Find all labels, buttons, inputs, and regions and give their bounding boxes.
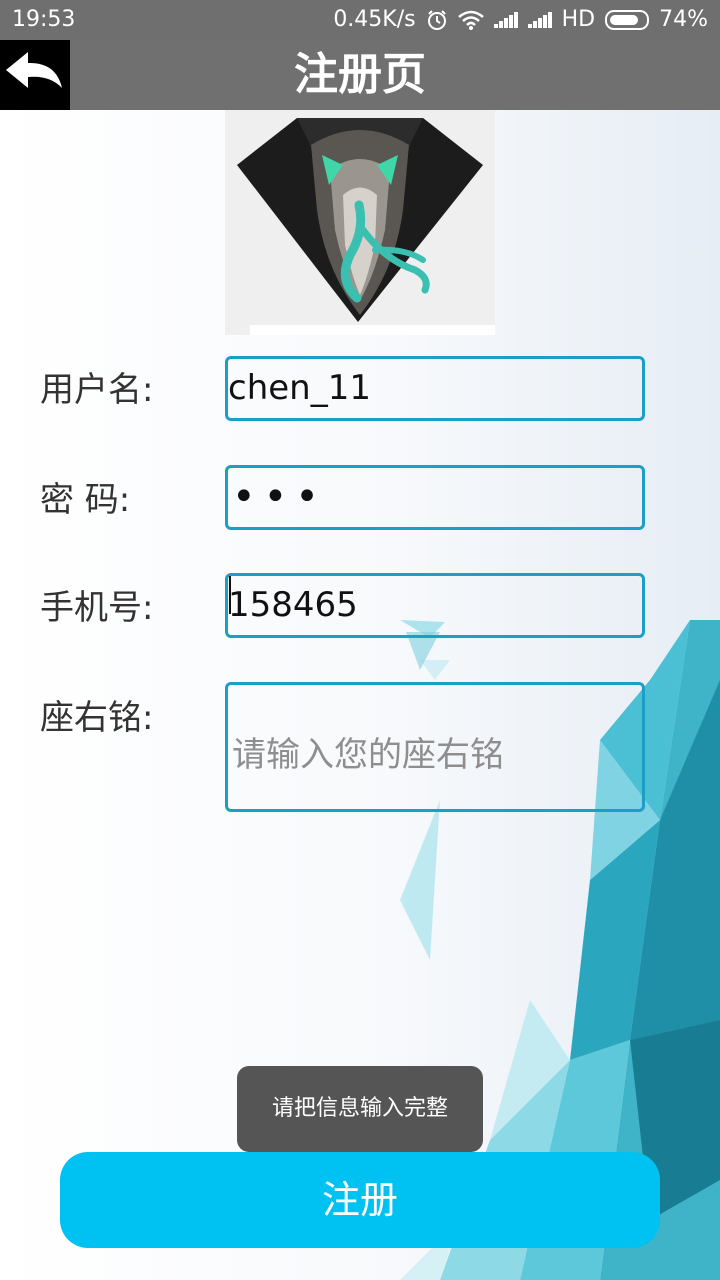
phone-value: 158465 bbox=[228, 585, 358, 625]
password-label: 密 码: bbox=[40, 480, 131, 520]
motto-input[interactable]: 请输入您的座右铭 bbox=[225, 682, 645, 812]
username-label: 用户名: bbox=[40, 370, 154, 410]
battery-level: 74% bbox=[659, 7, 708, 32]
snake-diamond-logo bbox=[225, 110, 495, 335]
phone-input[interactable]: 158465 bbox=[225, 573, 645, 638]
status-time: 19:53 bbox=[12, 7, 76, 32]
username-input[interactable]: chen_11 bbox=[225, 356, 645, 421]
back-arrow-icon bbox=[6, 52, 62, 88]
text-cursor bbox=[229, 576, 231, 614]
username-value: chen_11 bbox=[228, 368, 371, 408]
motto-placeholder: 请输入您的座右铭 bbox=[232, 735, 504, 775]
signal-icon bbox=[493, 11, 518, 28]
phone-value-wrap: 158465 bbox=[228, 576, 358, 635]
password-value: ••• bbox=[232, 474, 327, 520]
app-header: 注册页 bbox=[0, 40, 720, 110]
phone-label: 手机号: bbox=[40, 588, 154, 628]
alarm-icon bbox=[427, 9, 446, 30]
password-input[interactable]: ••• bbox=[225, 465, 645, 530]
wifi-icon bbox=[457, 10, 484, 30]
signal-icon bbox=[527, 11, 552, 28]
toast-message: 请把信息输入完整 bbox=[237, 1066, 483, 1152]
network-type: HD bbox=[561, 7, 596, 32]
back-button[interactable] bbox=[0, 40, 70, 110]
page-title: 注册页 bbox=[294, 49, 426, 100]
battery-icon bbox=[605, 9, 650, 30]
motto-label: 座右铭: bbox=[40, 698, 154, 738]
network-speed: 0.45K/s bbox=[333, 7, 416, 32]
app-logo bbox=[225, 110, 495, 335]
status-right: 0.45K/s HD 74% bbox=[333, 7, 708, 32]
status-bar: 19:53 0.45K/s HD 74% bbox=[0, 0, 720, 40]
register-button[interactable]: 注册 bbox=[60, 1152, 660, 1248]
